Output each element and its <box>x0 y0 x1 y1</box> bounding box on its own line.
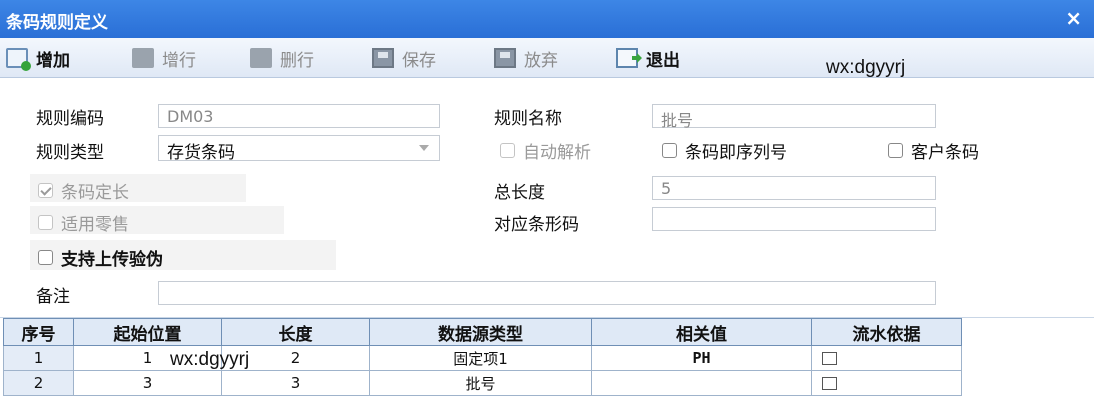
cell-seq: 2 <box>3 370 74 396</box>
rule-type-select[interactable]: 存货条码 <box>158 135 440 163</box>
fixed-length-box <box>38 183 53 198</box>
retail-checkbox[interactable]: 适用零售 <box>38 210 129 235</box>
window-title: 条码规则定义 <box>6 13 108 33</box>
cell-source[interactable]: 固定项1 <box>369 345 592 371</box>
rule-code-label: 规则编码 <box>36 109 104 129</box>
rule-name-label: 规则名称 <box>494 109 562 129</box>
header-value: 相关值 <box>591 318 812 346</box>
delete-row-button-label: 删行 <box>280 50 314 71</box>
fixed-length-checkbox[interactable]: 条码定长 <box>38 178 129 203</box>
table-row[interactable]: 1 1 2 固定项1 PH <box>3 345 962 371</box>
auto-parse-box <box>500 143 515 158</box>
total-length-label: 总长度 <box>494 183 545 203</box>
save-icon <box>372 48 394 68</box>
customer-barcode-label: 客户条码 <box>911 143 979 163</box>
auto-parse-label: 自动解析 <box>523 143 591 163</box>
add-button-label: 增加 <box>36 50 70 71</box>
retail-box <box>38 215 53 230</box>
serial-basis-checkbox[interactable] <box>822 352 837 365</box>
delete-row-button[interactable]: 删行 <box>250 46 314 71</box>
header-source: 数据源类型 <box>369 318 592 346</box>
header-seq: 序号 <box>3 318 74 346</box>
rule-table: 序号 起始位置 长度 数据源类型 相关值 流水依据 1 1 2 固定项1 PH … <box>3 318 962 396</box>
chevron-down-icon <box>419 145 429 151</box>
rule-type-label: 规则类型 <box>36 143 104 163</box>
serial-basis-checkbox[interactable] <box>822 377 837 390</box>
cell-seq: 1 <box>3 345 74 371</box>
header-length: 长度 <box>221 318 370 346</box>
remark-label: 备注 <box>36 287 70 307</box>
upload-verify-box <box>38 250 53 265</box>
rule-code-field[interactable]: DM03 <box>158 104 440 128</box>
table-row[interactable]: 2 3 3 批号 <box>3 370 962 396</box>
total-length-field[interactable]: 5 <box>652 176 936 200</box>
watermark: wx:dgyyrj <box>170 349 250 370</box>
save-button-label: 保存 <box>402 50 436 71</box>
toolbar: 增加 增行 删行 保存 放弃 退出 <box>0 38 1094 78</box>
barcode-is-serial-checkbox[interactable]: 条码即序列号 <box>662 138 787 163</box>
close-icon[interactable]: × <box>1065 6 1082 30</box>
discard-icon <box>494 48 516 68</box>
barcode-is-serial-label: 条码即序列号 <box>685 143 787 163</box>
customer-barcode-box <box>888 143 903 158</box>
add-row-button-label: 增行 <box>162 50 196 71</box>
customer-barcode-checkbox[interactable]: 客户条码 <box>888 138 979 163</box>
remark-field[interactable] <box>158 281 936 305</box>
discard-button-label: 放弃 <box>524 50 558 71</box>
header-start: 起始位置 <box>73 318 222 346</box>
title-bar: 条码规则定义 × <box>0 0 1094 38</box>
upload-verify-checkbox[interactable]: 支持上传验伪 <box>38 245 163 270</box>
header-serial-basis: 流水依据 <box>811 318 962 346</box>
barcode-field[interactable] <box>652 207 936 231</box>
cell-serial-basis[interactable] <box>811 345 962 371</box>
cell-serial-basis[interactable] <box>811 370 962 396</box>
retail-label: 适用零售 <box>61 215 129 235</box>
cell-length[interactable]: 3 <box>221 370 370 396</box>
rule-name-field[interactable]: 批号 <box>652 104 936 130</box>
add-row-icon <box>132 48 154 68</box>
cell-value[interactable]: PH <box>591 345 812 371</box>
add-icon <box>6 48 31 71</box>
fixed-length-label: 条码定长 <box>61 183 129 203</box>
delete-row-icon <box>250 48 272 68</box>
barcode-is-serial-box <box>662 143 677 158</box>
cell-value[interactable] <box>591 370 812 396</box>
save-button[interactable]: 保存 <box>372 46 436 71</box>
watermark: wx:dgyyrj <box>826 57 906 78</box>
barcode-label: 对应条形码 <box>494 215 579 235</box>
auto-parse-checkbox[interactable]: 自动解析 <box>500 138 591 163</box>
exit-button-label: 退出 <box>646 50 680 71</box>
cell-source[interactable]: 批号 <box>369 370 592 396</box>
cell-start[interactable]: 3 <box>73 370 222 396</box>
add-button[interactable]: 增加 <box>6 46 70 71</box>
exit-button[interactable]: 退出 <box>616 46 680 71</box>
exit-icon <box>616 48 638 68</box>
discard-button[interactable]: 放弃 <box>494 46 558 71</box>
rule-type-value: 存货条码 <box>167 143 235 163</box>
add-row-button[interactable]: 增行 <box>132 46 196 71</box>
upload-verify-label: 支持上传验伪 <box>61 250 163 270</box>
table-header-row: 序号 起始位置 长度 数据源类型 相关值 流水依据 <box>3 318 962 346</box>
